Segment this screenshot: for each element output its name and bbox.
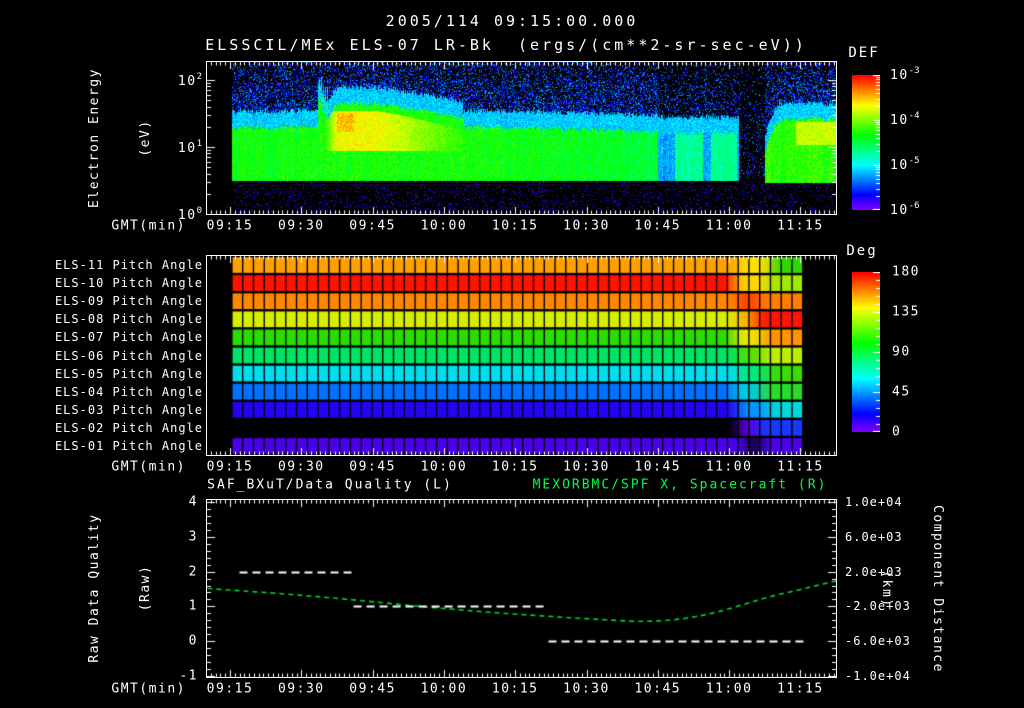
time-tick-label-0930-row1: 09:30: [277, 218, 325, 234]
row-label-els-10: ELS-10 Pitch Angle: [54, 276, 203, 291]
time-tick-label-0945-row3: 09:45: [349, 681, 396, 697]
energy-tick-label-1e2: 102: [177, 71, 202, 90]
bottom-left-title: SAF_BXuT/Data Quality (L): [207, 477, 453, 493]
row-label-els-09: ELS-09 Pitch Angle: [54, 294, 203, 309]
distance-tick-label-10000: 1.0e+04: [845, 495, 903, 509]
deg-tick-label-90: 90: [892, 344, 911, 360]
spectrogram-y-axis-label: Electron Energy (eV): [52, 0, 153, 298]
time-tick-label-1000-row3: 10:00: [420, 681, 468, 697]
row-label-els-08: ELS-08 Pitch Angle: [54, 312, 203, 327]
timestamp-title: 2005/114 09:15:00.000: [385, 12, 639, 30]
time-tick-label-0915-row3: 09:15: [206, 681, 254, 697]
time-tick-label-1030-row1: 10:30: [563, 218, 610, 234]
deg-colorbar: [852, 272, 880, 432]
quality-distance-canvas: [206, 499, 837, 678]
bottom-right-title: MEXORBMC/SPF X, Spacecraft (R): [532, 477, 828, 493]
distance-tick-label-2000: 2.0e+03: [845, 564, 903, 579]
time-tick-label-1045-row3: 10:45: [634, 681, 682, 697]
time-tick-label-0930-row2: 09:30: [277, 459, 325, 475]
def-tick-label-1e-4: 10-4: [890, 110, 920, 129]
distance-tick-label--2000: -2.0e+03: [845, 599, 911, 614]
time-tick-label-1045-row2: 10:45: [634, 459, 682, 475]
time-tick-label-1115-row1: 11:15: [777, 218, 824, 234]
instrument-title: ELSSCIL/MEx ELS-07 LR-Bk (ergs/(cm**2-sr…: [205, 36, 807, 54]
pitch-angle-canvas: [206, 255, 837, 456]
quality-y-axis-label: Raw Data Quality (Raw): [52, 428, 153, 708]
time-tick-label-1030-row3: 10:30: [563, 681, 610, 697]
gmt-axis-label-1: GMT(min): [111, 218, 186, 234]
distance-tick-label--10000: -1.0e+04: [845, 669, 911, 683]
def-colorbar-title: DEF: [848, 45, 880, 61]
quality-tick-label-0: 0: [188, 633, 198, 649]
row-label-els-11: ELS-11 Pitch Angle: [54, 258, 203, 273]
deg-tick-label-180: 180: [892, 264, 920, 280]
time-tick-label-0915-row2: 09:15: [206, 459, 254, 475]
deg-tick-label-135: 135: [892, 304, 920, 320]
row-label-els-01: ELS-01 Pitch Angle: [54, 438, 203, 453]
time-tick-label-1115-row2: 11:15: [777, 459, 824, 475]
time-tick-label-1100-row1: 11:00: [705, 218, 753, 234]
row-label-els-03: ELS-03 Pitch Angle: [54, 402, 203, 417]
row-label-els-04: ELS-04 Pitch Angle: [54, 384, 203, 399]
time-tick-label-0915-row1: 09:15: [206, 218, 254, 234]
time-tick-label-1115-row3: 11:15: [777, 681, 824, 697]
def-tick-label-1e-5: 10-5: [890, 155, 920, 174]
time-tick-label-1100-row2: 11:00: [705, 459, 753, 475]
deg-colorbar-title: Deg: [846, 243, 878, 259]
time-tick-label-1030-row2: 10:30: [563, 459, 610, 475]
quality-tick-label-2: 2: [188, 564, 198, 580]
time-tick-label-0945-row1: 09:45: [349, 218, 396, 234]
row-label-els-02: ELS-02 Pitch Angle: [54, 420, 203, 435]
distance-tick-label-6000: 6.0e+03: [845, 529, 903, 544]
row-label-els-07: ELS-07 Pitch Angle: [54, 330, 203, 345]
time-tick-label-1000-row1: 10:00: [420, 218, 468, 234]
time-tick-label-1100-row3: 11:00: [705, 681, 753, 697]
def-colorbar: [852, 75, 880, 210]
gmt-axis-label-3: GMT(min): [111, 681, 186, 697]
row-label-els-05: ELS-05 Pitch Angle: [54, 366, 203, 381]
quality-tick-label-1: 1: [188, 598, 198, 614]
y-label-line1: Electron Energy: [87, 68, 102, 208]
quality-tick-label-4: 4: [188, 494, 198, 510]
time-tick-label-0945-row2: 09:45: [349, 459, 396, 475]
y-label-line2: (eV): [138, 119, 153, 157]
row-label-els-06: ELS-06 Pitch Angle: [54, 348, 203, 363]
quality-tick-label-3: 3: [188, 529, 198, 545]
time-tick-label-1000-row2: 10:00: [420, 459, 468, 475]
y-label-line1: Component Distance: [930, 505, 945, 673]
time-tick-label-1045-row1: 10:45: [634, 218, 682, 234]
gmt-axis-label-2: GMT(min): [111, 459, 186, 475]
distance-y-axis-label: Component Distance (km): [879, 429, 980, 708]
quality-tick-label--1: -1: [179, 668, 198, 684]
time-tick-label-1015-row2: 10:15: [491, 459, 539, 475]
time-tick-label-0930-row3: 09:30: [277, 681, 325, 697]
spectrogram-canvas: [206, 61, 837, 215]
time-tick-label-1015-row3: 10:15: [491, 681, 539, 697]
distance-tick-label--6000: -6.0e+03: [845, 634, 911, 649]
y-label-line1: Raw Data Quality: [87, 513, 102, 663]
time-tick-label-1015-row1: 10:15: [491, 218, 539, 234]
def-tick-label-1e-3: 10-3: [890, 65, 920, 84]
energy-tick-label-1e0: 100: [177, 205, 202, 224]
plot-stage: 2005/114 09:15:00.000 ELSSCIL/MEx ELS-07…: [0, 0, 1024, 708]
def-tick-label-1e-6: 10-6: [890, 200, 920, 219]
deg-tick-label-45: 45: [892, 384, 911, 400]
deg-tick-label-0: 0: [892, 424, 902, 440]
energy-tick-label-1e1: 101: [177, 138, 202, 157]
